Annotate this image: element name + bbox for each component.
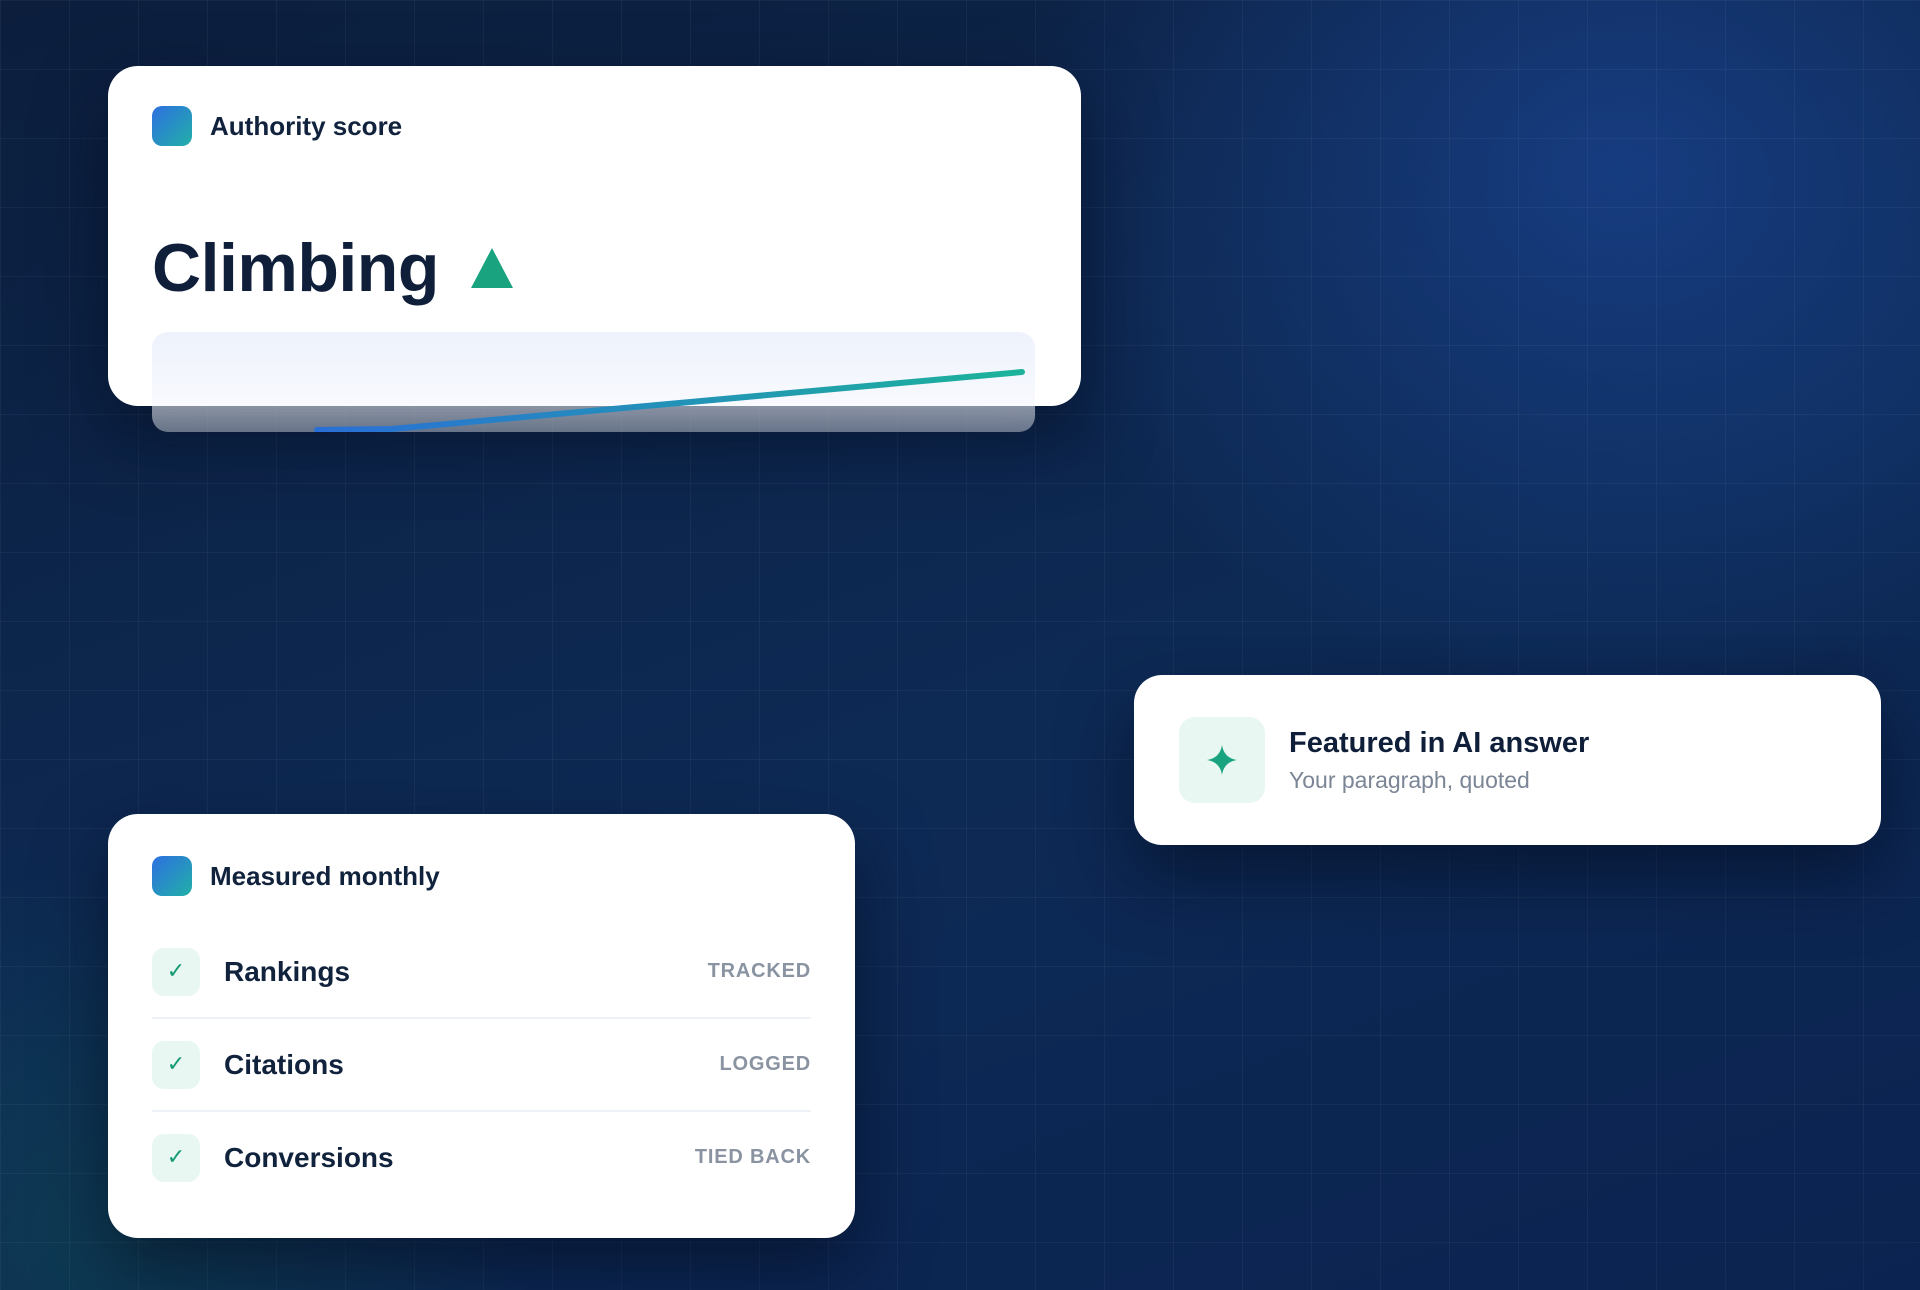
authority-headline-text: Climbing <box>152 230 439 306</box>
status-badge: LOGGED <box>719 1053 811 1075</box>
measured-monthly-card: Measured monthly ✓ Rankings TRACKED ✓ Ci… <box>108 814 855 1238</box>
authority-score-label: Authority score <box>210 110 403 141</box>
check-icon: ✓ <box>152 1133 200 1182</box>
list-item: ✓ Rankings TRACKED <box>152 926 811 1019</box>
authority-score-card: Authority score Climbing <box>108 66 1081 432</box>
measured-monthly-label: Measured monthly <box>210 860 440 891</box>
authority-badge-icon <box>152 106 192 146</box>
sparkle-icon <box>1207 745 1237 775</box>
authority-sparkline <box>152 332 1035 432</box>
authority-card-header: Authority score <box>152 106 402 146</box>
featured-subtitle: Your paragraph, quoted <box>1289 767 1530 793</box>
status-badge: TIED BACK <box>694 1146 811 1168</box>
list-item: ✓ Citations LOGGED <box>152 1019 811 1112</box>
sparkle-icon-box <box>1179 717 1265 803</box>
featured-title: Featured in AI answer <box>1289 727 1590 759</box>
check-icon: ✓ <box>152 1040 200 1089</box>
metric-label: Citations <box>224 1048 344 1080</box>
triangle-up-icon <box>470 248 513 288</box>
metric-label: Conversions <box>224 1141 394 1173</box>
authority-headline: Climbing <box>152 234 513 302</box>
metric-label: Rankings <box>224 955 351 987</box>
sparkline-path <box>314 369 1025 432</box>
featured-ai-answer-card: Featured in AI answer Your paragraph, qu… <box>1134 675 1881 845</box>
measured-badge-icon <box>152 856 192 896</box>
check-icon: ✓ <box>152 947 200 996</box>
status-badge: TRACKED <box>707 960 811 982</box>
list-item: ✓ Conversions TIED BACK <box>152 1112 811 1203</box>
metrics-list: ✓ Rankings TRACKED ✓ Citations LOGGED ✓ … <box>152 926 811 1203</box>
sparkline-chart <box>314 369 1025 432</box>
measured-card-header: Measured monthly <box>152 856 440 896</box>
